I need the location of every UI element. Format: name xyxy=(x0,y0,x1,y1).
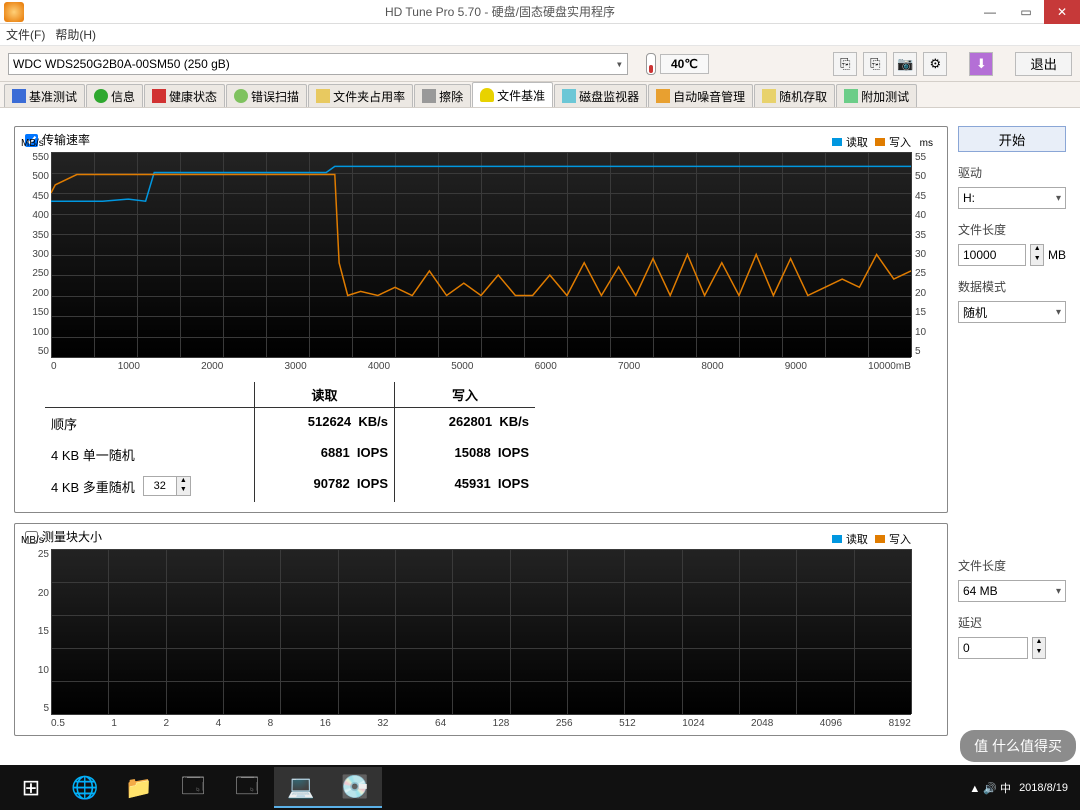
y-axis-label-2: MB/s xyxy=(21,535,44,546)
spin-delay[interactable]: ▲▼ xyxy=(1032,637,1046,659)
label-drive: 驱动 xyxy=(958,164,1066,181)
select-pattern[interactable]: 随机 xyxy=(958,301,1066,323)
menu-file[interactable]: 文件(F) xyxy=(6,26,45,43)
maximize-button[interactable]: ▭ xyxy=(1008,0,1044,24)
drive-selector[interactable]: WDC WDS250G2B0A-00SM50 (250 gB) xyxy=(8,53,628,75)
tab-benchmark[interactable]: 基准测试 xyxy=(4,84,85,107)
y-axis-label: MB/s xyxy=(21,138,44,149)
tab-erase[interactable]: 擦除 xyxy=(414,84,471,107)
menu-help[interactable]: 帮助(H) xyxy=(55,26,96,43)
minimize-button[interactable]: — xyxy=(972,0,1008,24)
label-file-length-2: 文件长度 xyxy=(958,557,1066,574)
input-file-length[interactable]: 10000 xyxy=(958,244,1026,266)
exit-button[interactable]: 退出 xyxy=(1015,52,1072,76)
titlebar: HD Tune Pro 5.70 - 硬盘/固态硬盘实用程序 — ▭ ✕ xyxy=(0,0,1080,24)
y-axis-ticks: 55050045040035030025020015010050 xyxy=(21,152,49,357)
tabstrip: 基准测试 信息 健康状态 错误扫描 文件夹占用率 擦除 文件基准 磁盘监视器 自… xyxy=(0,82,1080,108)
bulb-icon xyxy=(480,88,494,102)
window-title: HD Tune Pro 5.70 - 硬盘/固态硬盘实用程序 xyxy=(28,3,972,20)
tab-info[interactable]: 信息 xyxy=(86,84,143,107)
start-button[interactable]: 开始 xyxy=(958,126,1066,152)
tray: ▲ 🔊 中 2018/8/19 xyxy=(969,780,1076,796)
queue-spinner[interactable]: ▲▼ xyxy=(143,476,191,496)
label-file-length: 文件长度 xyxy=(958,221,1066,238)
erase-icon xyxy=(422,89,436,103)
y-axis-ticks-2: 252015105 xyxy=(21,549,49,714)
x-axis-ticks-2: 0.512481632641282565121024204840968192 xyxy=(51,718,911,729)
tb-explorer[interactable]: 📁 xyxy=(112,767,166,808)
settings-button[interactable]: ⚙ xyxy=(923,52,947,76)
tab-error[interactable]: 错误扫描 xyxy=(226,84,307,107)
tb-ie[interactable]: 🌐 xyxy=(58,767,112,808)
chart-transfer-rate: 传输速率 MB/s ms 550500450400350300250200150… xyxy=(14,126,948,513)
health-icon xyxy=(152,89,166,103)
tab-random[interactable]: 随机存取 xyxy=(754,84,835,107)
label-delay: 延迟 xyxy=(958,614,1066,631)
save-button[interactable]: ⬇ xyxy=(969,52,993,76)
screenshot-button[interactable]: 📷 xyxy=(893,52,917,76)
tab-health[interactable]: 健康状态 xyxy=(144,84,225,107)
start-menu[interactable]: ⊞ xyxy=(4,767,58,808)
plot-area xyxy=(51,152,911,357)
thermometer-icon xyxy=(646,53,656,75)
tab-aam[interactable]: 自动噪音管理 xyxy=(648,84,753,107)
select-drive[interactable]: H: xyxy=(958,187,1066,209)
clock[interactable]: 2018/8/19 xyxy=(1019,782,1068,794)
tb-hdtune[interactable]: 💽 xyxy=(328,767,382,808)
tab-extra[interactable]: 附加测试 xyxy=(836,84,917,107)
y2-axis-label: ms xyxy=(920,138,933,149)
x-axis-ticks: 0100020003000400050006000700080009000100… xyxy=(51,361,911,372)
taskbar: ⊞ 🌐 📁 🗔 🗔 💻 💽 ▲ 🔊 中 2018/8/19 xyxy=(0,765,1080,810)
copy2-button[interactable]: ⎘ xyxy=(863,52,887,76)
close-button[interactable]: ✕ xyxy=(1044,0,1080,24)
tb-app3[interactable]: 💻 xyxy=(274,767,328,808)
random-icon xyxy=(762,89,776,103)
monitor-icon xyxy=(562,89,576,103)
tray-icons[interactable]: ▲ 🔊 中 xyxy=(969,780,1011,796)
gauge-icon xyxy=(12,89,26,103)
tab-monitor[interactable]: 磁盘监视器 xyxy=(554,84,647,107)
tb-app2[interactable]: 🗔 xyxy=(220,767,274,808)
copy-button[interactable]: ⎘ xyxy=(833,52,857,76)
tab-folder[interactable]: 文件夹占用率 xyxy=(308,84,413,107)
select-file-length-2[interactable]: 64 MB xyxy=(958,580,1066,602)
tab-file[interactable]: 文件基准 xyxy=(472,82,553,107)
scan-icon xyxy=(234,89,248,103)
info-icon xyxy=(94,89,108,103)
chart-block-size: 测量块大小 MB/s 252015105 读取 写入 0.51248163264… xyxy=(14,523,948,736)
watermark: 值 什么值得买 xyxy=(960,730,1076,762)
legend-2: 读取 写入 xyxy=(828,531,911,547)
folder-icon xyxy=(316,89,330,103)
results-table: 读取写入 顺序512624 KB/s262801 KB/s 4 KB 单一随机6… xyxy=(15,378,947,512)
spin-file-length[interactable]: ▲▼ xyxy=(1030,244,1044,266)
input-delay[interactable]: 0 xyxy=(958,637,1028,659)
speaker-icon xyxy=(656,89,670,103)
app-icon xyxy=(4,2,24,22)
y2-axis-ticks: 555045403530252015105 xyxy=(915,152,937,357)
legend: 读取 写入 xyxy=(828,134,911,150)
menubar: 文件(F) 帮助(H) xyxy=(0,24,1080,46)
extra-icon xyxy=(844,89,858,103)
toolbar: WDC WDS250G2B0A-00SM50 (250 gB) 40℃ ⎘ ⎘ … xyxy=(0,46,1080,82)
label-pattern: 数据模式 xyxy=(958,278,1066,295)
temperature-value: 40℃ xyxy=(660,54,709,74)
tb-app1[interactable]: 🗔 xyxy=(166,767,220,808)
